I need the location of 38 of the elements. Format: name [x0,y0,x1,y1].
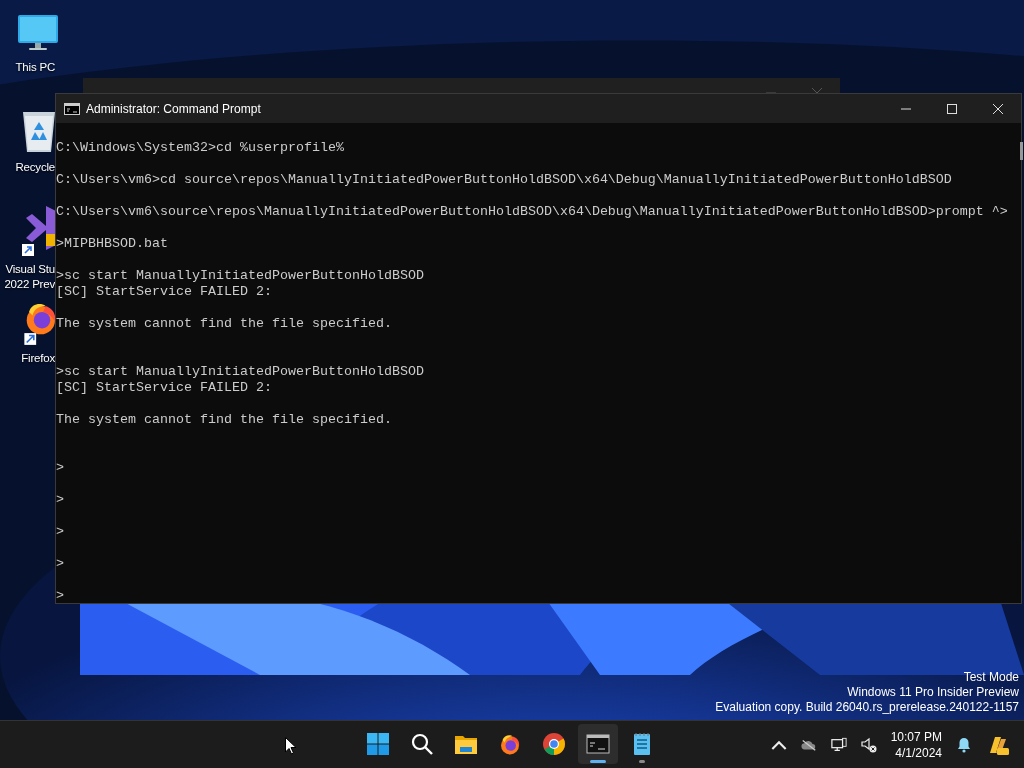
maximize-icon [947,103,957,114]
console-line: The system cannot find the file specified. [56,316,392,332]
console-line: > [56,588,64,604]
window-title: Administrator: Command Prompt [86,101,261,116]
scrollbar-thumb[interactable] [1020,142,1023,160]
taskbar-app-button[interactable] [578,724,618,764]
console-line: C:\Users\vm6>cd source\repos\ManuallyInitiatedPowerButtonHoldBSOD\x64\Debug\ManuallyInitiatedPowerButtonHoldBSOD [56,172,952,188]
chrome-ball-icon [542,732,566,756]
console-line: >sc start ManuallyInitiatedPowerButtonHoldBSOD [56,268,424,284]
fox-globe-icon [498,732,522,756]
terminal-icon [586,732,610,756]
terminal-icon [64,102,80,115]
console-line: C:\Windows\System32>cd %userprofile% [56,140,344,156]
console-line: >sc start ManuallyInitiatedPowerButtonHoldBSOD [56,364,424,380]
console-line: [SC] StartService FAILED 2: [56,284,272,300]
start-icon [366,732,390,756]
speaker-muted-icon[interactable] [860,736,877,753]
desktop-icon-label[interactable]: Recycle [0,160,55,175]
console-line: > [56,524,64,540]
console-line: > [56,492,64,508]
clock[interactable]: 10:07 PM 4/1/2024 [890,728,942,761]
bell-icon[interactable] [956,736,972,753]
console-line: > [56,460,64,476]
console-line: > [56,556,64,572]
watermark-text: Test Mode [963,670,1019,685]
watermark-text: Windows 11 Pro Insider Preview [847,685,1019,700]
mouse-pointer-icon [285,737,297,755]
console-line: >MIPBHBSOD.bat [56,236,168,252]
console-line: The system cannot find the file specified. [56,412,392,428]
watermark-text: Evaluation copy. Build 26040.rs_prerelease.240122-1157 [715,700,1019,715]
network-icon[interactable] [830,736,847,753]
desktop-icon-label[interactable]: This PC [0,60,55,75]
desktop-icon-label[interactable]: Visual Stu 2022 Prev [0,262,55,292]
console-line: [SC] StartService FAILED 2: [56,380,272,396]
desktop-icon-label[interactable]: Firefox [0,351,55,366]
console-line: C:\Users\vm6\source\repos\ManuallyInitiatedPowerButtonHoldBSOD\x64\Debug\ManuallyInitiatedPowerButtonHoldBSOD>prompt ^> [56,204,1008,220]
close-icon [993,103,1003,114]
search-icon [410,732,434,756]
